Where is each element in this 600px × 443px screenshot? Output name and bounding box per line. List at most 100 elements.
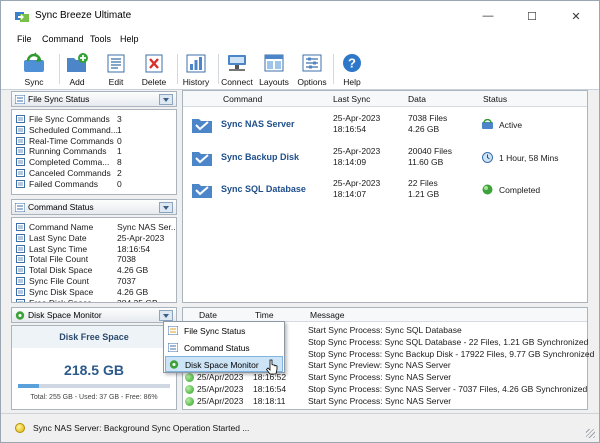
clock-icon bbox=[482, 151, 493, 163]
layouts-icon bbox=[264, 54, 284, 72]
dropdown-arrow-icon[interactable] bbox=[159, 202, 173, 213]
resize-grip-icon[interactable] bbox=[586, 429, 595, 438]
disk-free-space-title: Disk Free Space bbox=[12, 326, 176, 348]
layouts-button[interactable]: Layouts bbox=[254, 50, 294, 88]
status-row-label: Command Name bbox=[29, 222, 94, 232]
command-name[interactable]: Sync SQL Database bbox=[221, 184, 306, 194]
minimize-button[interactable]: — bbox=[466, 1, 510, 31]
status-row-value: 8 bbox=[117, 157, 122, 168]
add-button[interactable]: Add bbox=[57, 50, 97, 88]
options-button[interactable]: Options bbox=[292, 50, 332, 88]
completed-icon bbox=[482, 184, 493, 195]
connect-button[interactable]: Connect bbox=[217, 50, 257, 88]
sync-folder-icon bbox=[192, 119, 212, 133]
command-name[interactable]: Sync NAS Server bbox=[221, 119, 295, 129]
file-sync-status-header[interactable]: File Sync Status bbox=[11, 91, 177, 107]
window-title: Sync Breeze Ultimate bbox=[35, 10, 132, 21]
menu-item-label: Disk Space Monitor bbox=[185, 360, 259, 370]
column-date[interactable]: Date bbox=[199, 310, 217, 320]
command-name[interactable]: Sync Backup Disk bbox=[221, 152, 299, 162]
status-row-label: Sync File Count bbox=[29, 276, 89, 286]
log-message: Stop Sync Process: Sync SQL Database - 2… bbox=[308, 336, 589, 347]
row-document-icon bbox=[16, 169, 25, 177]
status-row: File Sync Commands 3 bbox=[16, 114, 174, 125]
status-row-value: 25-Apr-2023 bbox=[117, 232, 165, 243]
log-status-icon bbox=[185, 385, 194, 394]
command-row[interactable]: Sync Backup Disk 25-Apr-2023 18:14:09 20040… bbox=[183, 142, 587, 174]
status-row-value: 4.26 GB bbox=[117, 265, 149, 276]
data-size: 1.21 GB bbox=[408, 189, 440, 199]
status-row: Last Sync Date 25-Apr-2023 bbox=[16, 233, 174, 244]
log-date: 25/Apr/2023 bbox=[197, 395, 244, 406]
history-button[interactable]: History bbox=[176, 50, 216, 88]
last-sync-date: 25-Apr-2023 bbox=[333, 145, 381, 156]
log-row[interactable]: 25/Apr/2023 18:16:52 Start Sync Process: S… bbox=[183, 372, 587, 383]
sync-active-icon bbox=[482, 119, 493, 129]
status-row-label: Total File Count bbox=[29, 254, 89, 265]
last-sync-date: 25-Apr-2023 bbox=[333, 113, 381, 123]
add-folder-icon bbox=[67, 53, 88, 72]
menu-help[interactable]: Help bbox=[120, 34, 139, 44]
menu-tools[interactable]: Tools bbox=[90, 34, 111, 44]
column-data[interactable]: Data bbox=[408, 94, 426, 104]
log-row[interactable]: 25/Apr/2023 18:16:54 Stop Sync Process: Sy… bbox=[183, 384, 587, 395]
app-window: Sync Breeze Ultimate — ☐ ✕ File Command … bbox=[0, 0, 600, 443]
close-button[interactable]: ✕ bbox=[554, 1, 598, 31]
column-time[interactable]: Time bbox=[255, 310, 274, 320]
status-indicator-icon bbox=[15, 423, 25, 433]
disk-space-monitor-header[interactable]: Disk Space Monitor bbox=[11, 307, 177, 323]
column-message[interactable]: Message bbox=[310, 310, 345, 320]
connect-label: Connect bbox=[221, 77, 253, 87]
last-sync-date: 25-Apr-2023 bbox=[333, 178, 381, 188]
command-row[interactable]: Sync NAS Server 25-Apr-2023 18:16:54 7038 F… bbox=[183, 109, 587, 141]
sync-button[interactable]: Sync bbox=[14, 50, 54, 88]
status-row: Total Disk Space 4.26 GB bbox=[16, 265, 174, 276]
command-status-text: 1 Hour, 58 Mins bbox=[499, 152, 559, 163]
status-row-label: Free Disk Space bbox=[29, 297, 92, 303]
status-row-value: 4.26 GB bbox=[117, 286, 149, 297]
command-row[interactable]: Sync SQL Database 25-Apr-2023 18:14:07 22 F… bbox=[183, 174, 587, 206]
status-row: Canceled Commands 2 bbox=[16, 168, 174, 179]
toolbar: Sync Add Edit Delete History Connect Lay… bbox=[1, 48, 599, 90]
row-document-icon bbox=[16, 233, 25, 242]
file-sync-status-title: File Sync Status bbox=[28, 94, 90, 104]
status-list-icon bbox=[168, 343, 178, 352]
dropdown-arrow-icon[interactable] bbox=[159, 94, 173, 105]
disk-space-monitor-title: Disk Space Monitor bbox=[28, 310, 102, 320]
maximize-button[interactable]: ☐ bbox=[510, 1, 554, 31]
log-row[interactable]: 25/Apr/2023 18:18:11 Start Sync Process: S… bbox=[183, 396, 587, 407]
column-command[interactable]: Command bbox=[223, 94, 262, 104]
edit-icon bbox=[107, 54, 125, 73]
status-row: Sync File Count 7037 bbox=[16, 276, 174, 287]
menu-item-file-sync-status[interactable]: File Sync Status bbox=[165, 323, 283, 339]
log-status-icon bbox=[185, 396, 194, 406]
options-icon bbox=[302, 54, 322, 72]
menu-command[interactable]: Command bbox=[42, 34, 84, 44]
status-row-label: Total Disk Space bbox=[29, 265, 93, 276]
menu-item-command-status[interactable]: Command Status bbox=[165, 340, 283, 356]
menu-item-label: File Sync Status bbox=[184, 326, 246, 336]
commands-list: Command Last Sync Data Status Sync NAS S… bbox=[182, 90, 588, 303]
status-row: Free Disk Space 384.35 GB bbox=[16, 297, 174, 303]
help-button[interactable]: ? Help bbox=[332, 50, 372, 88]
status-row: Running Commands 1 bbox=[16, 146, 174, 157]
log-time: 18:18:11 bbox=[253, 395, 286, 406]
edit-button[interactable]: Edit bbox=[96, 50, 136, 88]
commands-header: Command Last Sync Data Status bbox=[183, 91, 587, 107]
row-document-icon bbox=[16, 244, 25, 253]
menu-file[interactable]: File bbox=[17, 34, 32, 44]
row-document-icon bbox=[16, 136, 25, 145]
column-status[interactable]: Status bbox=[483, 94, 507, 104]
sync-folder-icon bbox=[192, 151, 212, 166]
command-status-header[interactable]: Command Status bbox=[11, 199, 177, 215]
file-sync-status-panel: File Sync Commands 3 Scheduled Command... 1… bbox=[11, 109, 177, 195]
dropdown-arrow-icon[interactable] bbox=[159, 310, 173, 321]
log-date: 25/Apr/2023 bbox=[197, 384, 244, 394]
history-chart-icon bbox=[186, 54, 206, 73]
column-last-sync[interactable]: Last Sync bbox=[333, 94, 370, 104]
status-list-icon bbox=[168, 326, 178, 335]
status-row-label: Scheduled Command... bbox=[29, 124, 117, 135]
delete-button[interactable]: Delete bbox=[134, 50, 174, 88]
help-label: Help bbox=[343, 77, 361, 87]
title-bar: Sync Breeze Ultimate — ☐ ✕ bbox=[1, 1, 599, 31]
